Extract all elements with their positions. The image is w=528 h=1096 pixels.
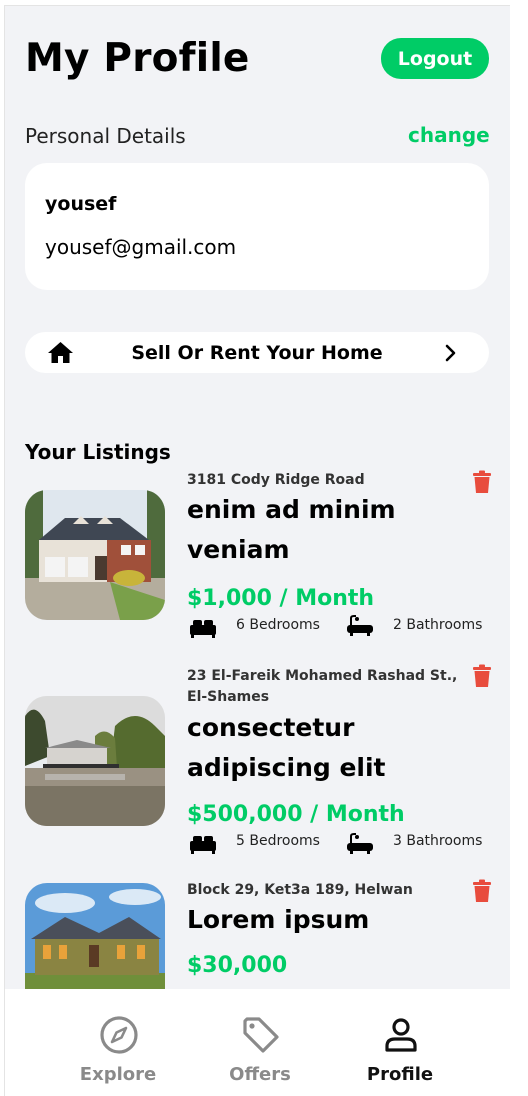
tab-profile-label: Profile	[366, 1064, 434, 1085]
listing-card[interactable]: 3181 Cody Ridge Road enim ad minim venia…	[25, 464, 492, 638]
change-details-link[interactable]: change	[408, 123, 490, 147]
bathroom-count: 3 Bathrooms	[393, 833, 483, 849]
sell-or-rent-button[interactable]: Sell Or Rent Your Home	[25, 332, 489, 373]
bedroom-count: 5 Bedrooms	[236, 833, 320, 849]
your-listings-title: Your Listings	[25, 440, 171, 464]
bathroom-count: 2 Bathrooms	[393, 617, 483, 633]
tag-icon	[243, 1017, 279, 1053]
listing-title: consectetur adipiscing elit	[187, 713, 386, 782]
listing-price: $30,000	[187, 953, 288, 978]
chevron-right-icon	[445, 344, 456, 362]
listing-price: $1,000 / Month	[187, 586, 375, 611]
bathtub-icon	[347, 833, 373, 854]
listing-photo	[25, 696, 165, 826]
bed-icon	[190, 620, 216, 638]
listing-address: Block 29, Ket3a 189, Helwan	[187, 882, 413, 898]
listing-title: enim ad minim veniam	[187, 495, 396, 564]
person-icon	[385, 1018, 417, 1052]
user-email: yousef@gmail.com	[45, 235, 237, 259]
listing-price: $500,000 / Month	[187, 802, 405, 827]
logout-button[interactable]: Logout	[381, 38, 489, 79]
tab-offers-label: Offers	[229, 1064, 291, 1085]
listing-title: Lorem ipsum	[187, 905, 370, 934]
profile-screen: My Profile Logout Personal Details chang…	[4, 5, 510, 1096]
listing-address: 23 El-Fareik Mohamed Rashad St., El-Sham…	[187, 668, 458, 705]
sell-or-rent-label: Sell Or Rent Your Home	[131, 342, 383, 364]
personal-details-card: yousef yousef@gmail.com	[25, 163, 489, 290]
listing-address: 3181 Cody Ridge Road	[187, 472, 365, 488]
tab-profile[interactable]: Profile	[335, 989, 465, 1096]
bottom-tab-bar: Explore Offers Profile	[5, 989, 510, 1096]
personal-details-label: Personal Details	[25, 124, 186, 148]
tab-explore-label: Explore	[79, 1064, 157, 1085]
bedroom-count: 6 Bedrooms	[236, 617, 320, 633]
delete-listing-icon[interactable]	[472, 664, 492, 688]
tab-offers[interactable]: Offers	[195, 989, 325, 1096]
bathtub-icon	[347, 615, 373, 636]
page-title: My Profile	[25, 36, 250, 81]
user-name: yousef	[45, 193, 117, 215]
compass-icon	[100, 1016, 138, 1054]
listing-photo	[25, 490, 165, 620]
tab-explore[interactable]: Explore	[53, 989, 183, 1096]
delete-listing-icon[interactable]	[472, 470, 492, 494]
delete-listing-icon[interactable]	[472, 879, 492, 903]
listing-card[interactable]: 23 El-Fareik Mohamed Rashad St., El-Sham…	[25, 660, 492, 854]
bed-icon	[190, 836, 216, 854]
